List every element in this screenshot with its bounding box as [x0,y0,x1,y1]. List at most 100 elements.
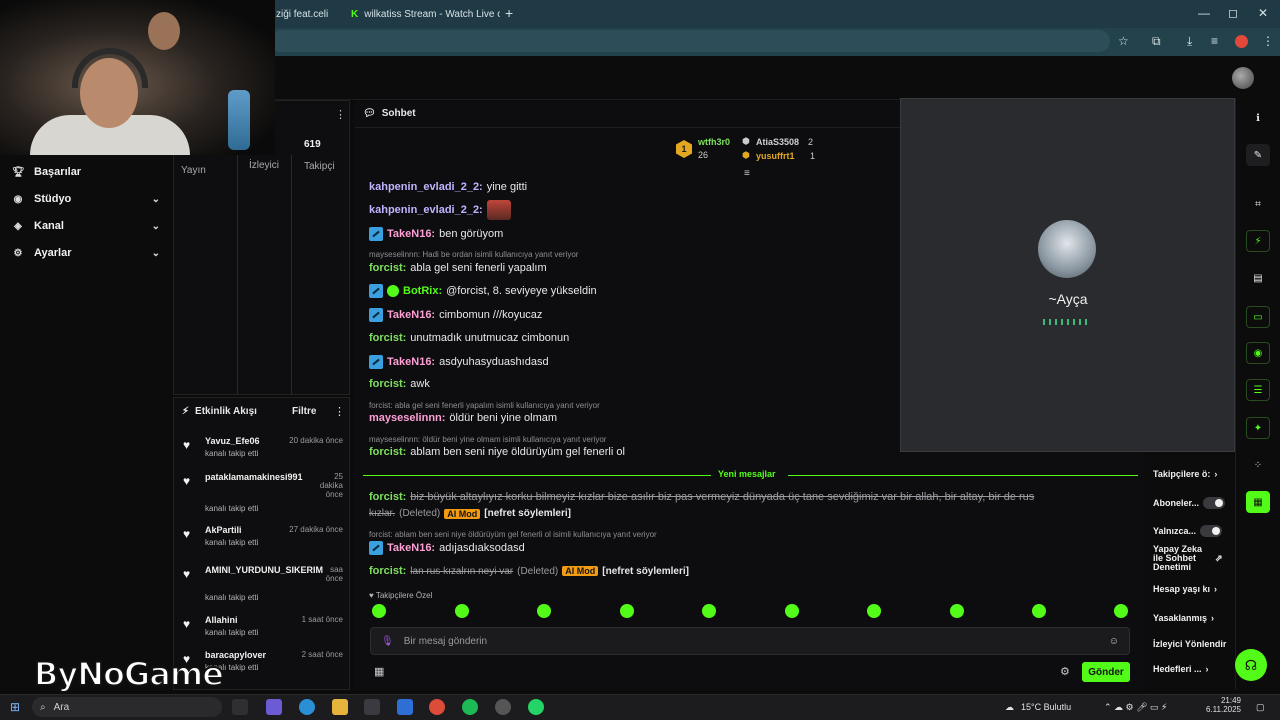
crop-icon[interactable]: ⌗ [1246,193,1270,215]
spotify-icon[interactable] [462,699,478,715]
sidebar-item-achievements[interactable]: 🏆︎ Başarılar [12,162,160,182]
chat-username[interactable]: TakeN16: [387,309,435,321]
minimize-button[interactable]: — [1198,6,1210,20]
collapse-icon[interactable]: ≡ [744,168,750,179]
chat-username[interactable]: TakeN16: [387,542,435,554]
setting-label: Yasaklanmış [1153,613,1208,623]
chat-username[interactable]: forcist: [369,332,406,344]
chat-username[interactable]: forcist: [369,446,406,458]
send-button[interactable]: Gönder [1082,662,1130,682]
edge-icon[interactable] [299,699,315,715]
taskbar-search[interactable]: ⌕ Ara [32,697,222,717]
close-window-button[interactable]: ✕ [1258,6,1268,20]
setting-ai-moderation[interactable]: Yapay Zeka ile Sohbet Denetimi ⇗ [1153,545,1233,572]
emote-icon[interactable] [537,604,551,618]
leader-count: 26 [698,150,709,160]
microphone-icon[interactable]: 🎙︎ [381,636,394,647]
setting-followers-only[interactable]: Takipçilere ö: › [1153,469,1217,479]
profile-icon[interactable] [1235,35,1248,48]
info-icon[interactable]: ℹ [1246,107,1270,129]
bolt-icon[interactable]: ⚡︎ [1246,230,1270,252]
setting-label: Takipçilere ö: [1153,469,1211,479]
filter-button[interactable]: Filtre [292,406,316,417]
layout-icon[interactable]: ☰ [1246,379,1270,401]
sidebar-item-studio[interactable]: ◉ Stüdyo ⌄ [12,189,160,209]
more-icon[interactable]: ⋮ [335,108,346,121]
external-link-icon: ⇗ [1215,553,1223,563]
sidebar-item-channel[interactable]: ◈ Kanal ⌄ [12,216,160,236]
star-icon[interactable]: ☆ [1118,34,1129,48]
document-icon[interactable]: ▤ [1246,267,1270,289]
leader-name[interactable]: AtiaS3508 [756,137,799,147]
emote-icon[interactable] [702,604,716,618]
menu-icon[interactable]: ⋮ [1262,34,1274,48]
clock[interactable]: 21:49 6.11.2025 [1205,696,1241,714]
broadcast-icon[interactable]: ◉ [1246,342,1270,364]
outlook-icon[interactable] [397,699,413,715]
tray-icons[interactable]: ⌃ ☁ ⚙ 🎤︎ ▭ ⚡︎ [1104,702,1167,713]
chat-username[interactable]: forcist: [369,491,406,503]
chat-username[interactable]: TakeN16: [387,356,435,368]
obs-icon[interactable] [495,699,511,715]
leader-name[interactable]: wtfh3r0 [698,137,730,147]
chrome-icon[interactable] [429,699,445,715]
apps-icon[interactable]: ⁘ [1246,454,1270,476]
chat-bubble-icon[interactable]: ▭ [1246,306,1270,328]
emote-icon[interactable] [620,604,634,618]
chat-username[interactable]: kahpenin_evladi_2_2: [369,181,483,193]
emote-icon[interactable] [1032,604,1046,618]
maximize-button[interactable]: ◻ [1228,6,1238,20]
address-field[interactable] [270,30,1110,52]
more-icon[interactable]: ⋮ [334,405,345,418]
notifications-icon[interactable]: ▢ [1256,702,1265,713]
setting-goals[interactable]: Hedefleri ... › [1153,664,1209,674]
chat-username[interactable]: BotRix: [403,285,442,297]
chat-username[interactable]: TakeN16: [387,228,435,240]
chat-username[interactable]: forcist: [369,565,406,577]
weather-text[interactable]: 15°C Bulutlu [1021,702,1071,712]
chat-input[interactable]: 🎙︎ Bir mesaj gönderin ☺ [370,627,1130,655]
windows-start-icon[interactable]: ⊞ [10,700,20,714]
chat-username[interactable]: forcist: [369,378,406,390]
emoji-icon[interactable]: ☺ [1109,636,1119,647]
chat-username[interactable]: forcist: [369,262,406,274]
chat-username[interactable]: kahpenin_evladi_2_2: [369,204,483,216]
new-tab-button[interactable]: + [505,5,513,21]
setting-account-age[interactable]: Hesap yaşı kı › [1153,584,1217,594]
search-icon: ⌕ [40,701,46,713]
toggle-switch[interactable] [1203,497,1226,509]
emote-icon[interactable] [1114,604,1128,618]
help-button[interactable]: ☊ [1235,649,1267,681]
file-explorer-icon[interactable] [332,699,348,715]
copilot-icon[interactable] [266,699,282,715]
leader-name[interactable]: yusuffrt1 [756,151,795,161]
setting-banned[interactable]: Yasaklanmış › [1153,613,1214,623]
media-icon[interactable]: ≡ [1211,34,1218,48]
sidebar-item-settings[interactable]: ⚙ Ayarlar ⌄ [12,243,160,263]
toggle-switch[interactable] [1200,525,1223,537]
wrench-icon[interactable]: ✦ [1246,417,1270,439]
setting-subscribers[interactable]: Aboneler... [1153,497,1226,509]
avatar[interactable] [1232,67,1254,89]
browser-tab-active[interactable]: K wilkatiss Stream - Watch Live o ✕ [345,4,500,24]
clapper-icon[interactable]: ▦ [1246,491,1270,513]
store-icon[interactable] [364,699,380,715]
download-icon[interactable]: ⤓ [1187,34,1192,49]
chat-text-deleted: biz büyük altaylıyız korku bilmeyiz kızl… [410,491,1035,503]
emote-icon[interactable] [372,604,386,618]
gear-icon[interactable]: ⚙ [1060,665,1070,678]
emote-icon[interactable] [867,604,881,618]
extensions-icon[interactable]: ⧉ [1152,34,1161,49]
setting-only[interactable]: Yalnızca... [1153,525,1223,537]
gift-icon[interactable]: ▦ [374,665,384,678]
emote-icon[interactable] [455,604,469,618]
emote-icon[interactable] [785,604,799,618]
chat-username[interactable]: mayseselinnn: [369,412,445,424]
setting-label: İzleyici Yönlendir [1153,639,1227,649]
task-view-icon[interactable] [232,699,248,715]
pencil-icon[interactable]: ✎ [1246,144,1270,166]
emote-icon[interactable] [950,604,964,618]
whatsapp-icon[interactable] [528,699,544,715]
browser-tab[interactable]: ziği feat.celi ✕ [270,4,330,24]
setting-viewer-redirect[interactable]: İzleyici Yönlendir [1153,639,1226,649]
